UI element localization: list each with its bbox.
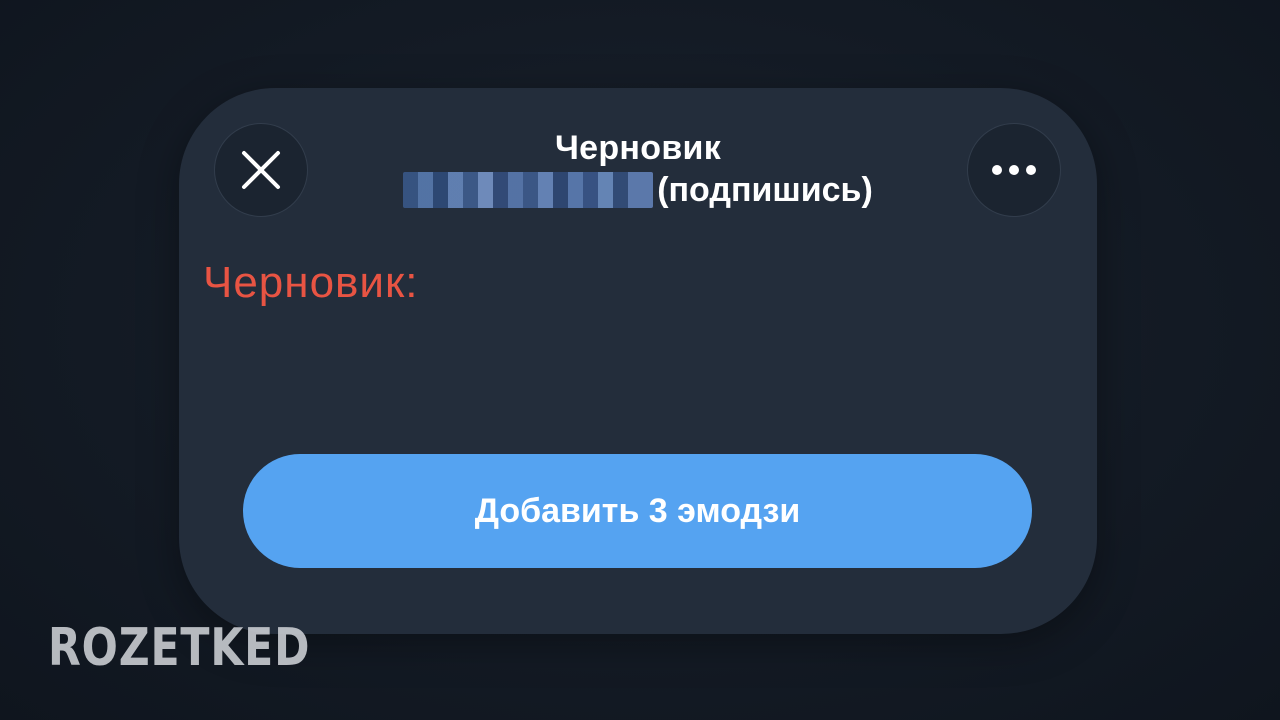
add-emoji-button[interactable]: Добавить 3 эмодзи [243, 454, 1032, 568]
more-horizontal-icon [992, 165, 1036, 175]
close-button[interactable] [214, 123, 308, 217]
pack-subtitle-suffix: (подпишись) [657, 171, 873, 209]
pack-title: Черновик [554, 129, 722, 167]
sheet-header: Черновик (подпишись) [329, 126, 947, 210]
close-icon [242, 151, 280, 189]
emoji-pack-sheet: Черновик (подпишись) Черновик: Добавить … [179, 88, 1097, 634]
pack-subtitle: (подпишись) [329, 170, 947, 210]
rozetked-watermark: ROZETKED [48, 618, 311, 678]
draft-label: Черновик: [203, 258, 419, 307]
screen: Черновик (подпишись) Черновик: Добавить … [0, 0, 1280, 720]
blurred-username [403, 172, 654, 208]
more-button[interactable] [967, 123, 1061, 217]
